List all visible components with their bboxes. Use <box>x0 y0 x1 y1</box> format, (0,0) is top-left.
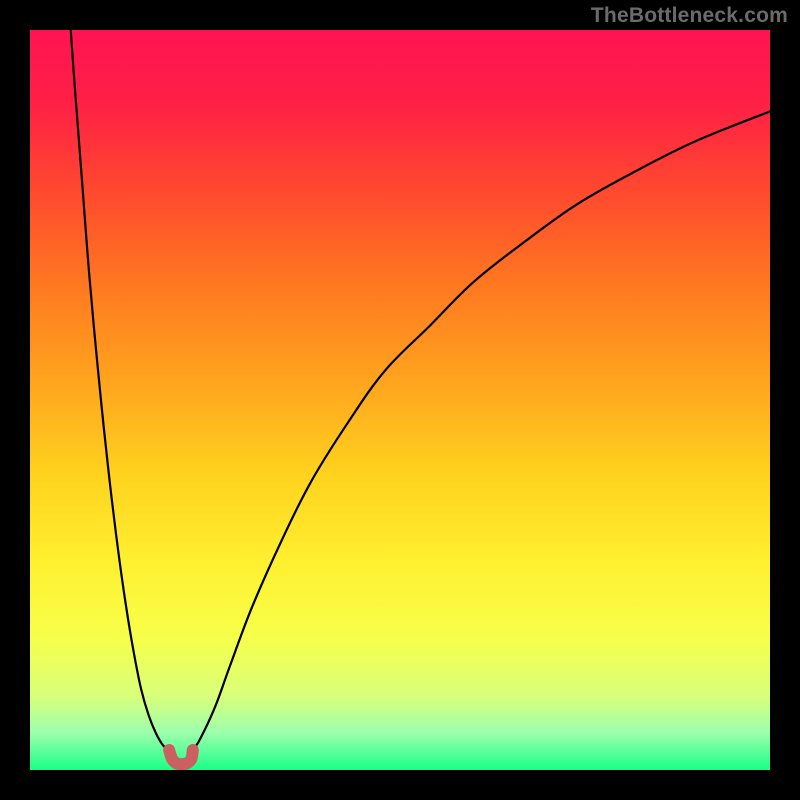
curve-layer <box>30 30 770 770</box>
curve-bottom-marker <box>169 750 193 764</box>
curve-left-branch <box>71 30 169 750</box>
plot-area <box>30 30 770 770</box>
outer-frame: TheBottleneck.com <box>0 0 800 800</box>
curve-right-branch <box>193 111 770 750</box>
watermark-text: TheBottleneck.com <box>591 4 788 28</box>
